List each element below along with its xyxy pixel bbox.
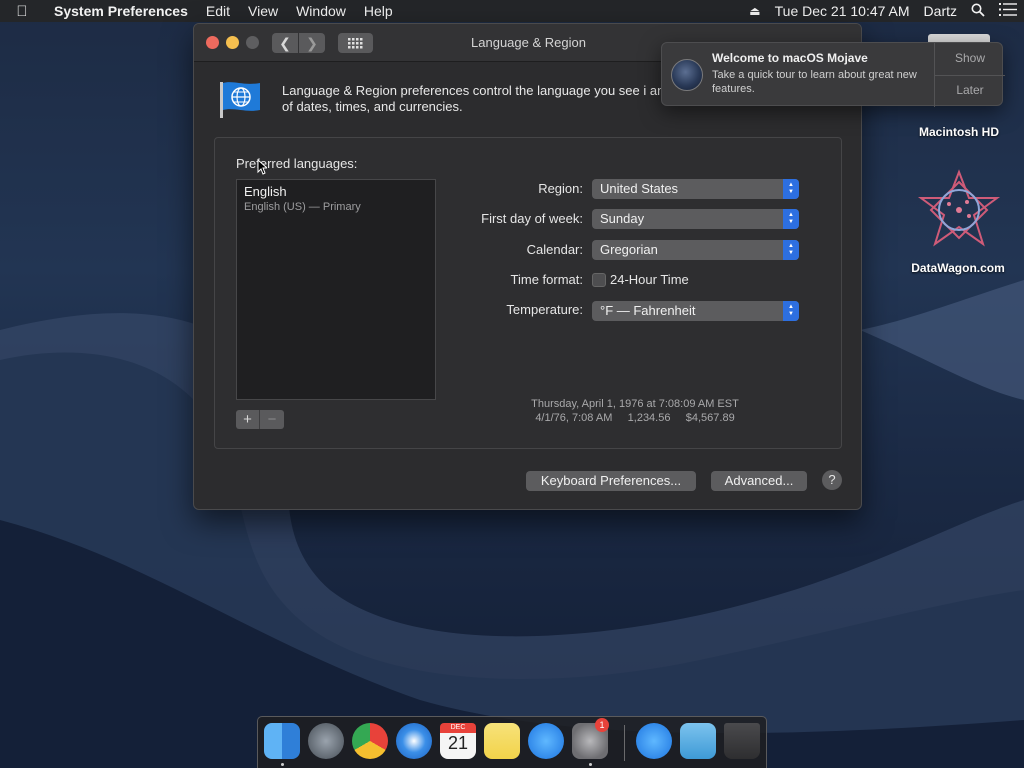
- 24-hour-label[interactable]: 24-Hour Time: [610, 272, 689, 287]
- eject-icon[interactable]: ⏏: [742, 4, 767, 18]
- language-detail: English (US) — Primary: [244, 201, 361, 213]
- notification-body: Take a quick tour to learn about great n…: [712, 69, 917, 95]
- calendar-month: DEC: [440, 723, 476, 733]
- trash-icon[interactable]: [724, 723, 760, 759]
- safari-icon[interactable]: [396, 723, 432, 759]
- chrome-icon[interactable]: [352, 723, 388, 759]
- datawagon-icon[interactable]: [915, 168, 1003, 252]
- dock-separator: [624, 725, 625, 761]
- region-popup[interactable]: United States ▲ ▼: [592, 179, 799, 199]
- launchpad-icon[interactable]: [308, 723, 344, 759]
- temperature-value: °F — Fahrenheit: [600, 303, 696, 318]
- notification-title: Welcome to macOS Mojave: [712, 51, 868, 65]
- popup-arrows-icon: ▲ ▼: [783, 209, 799, 229]
- calendar-day: 21: [447, 733, 469, 753]
- spotlight-search-icon[interactable]: [964, 3, 992, 20]
- dock-running-indicator: [281, 763, 284, 766]
- temperature-label: Temperature:: [506, 302, 583, 317]
- notes-icon[interactable]: [484, 723, 520, 759]
- mojave-icon: [671, 59, 703, 91]
- globe-flag-icon: [220, 82, 260, 118]
- first-day-popup[interactable]: Sunday ▲ ▼: [592, 209, 799, 229]
- menu-bar:  System Preferences Edit View Window He…: [0, 0, 1024, 22]
- 24-hour-checkbox[interactable]: [592, 273, 606, 287]
- notification-divider: [935, 75, 1005, 76]
- advanced-button[interactable]: Advanced...: [711, 471, 807, 491]
- add-remove-controls: + −: [236, 410, 284, 429]
- language-name[interactable]: English: [244, 184, 287, 199]
- notification-actions: Show Later: [934, 43, 1005, 107]
- preferred-languages-label: Preferred languages:: [236, 156, 358, 171]
- datawagon-label[interactable]: DataWagon.com: [888, 261, 1024, 275]
- number-format-sample: 4/1/76, 7:08 AM 1,234.56 $4,567.89: [535, 412, 735, 424]
- menu-user[interactable]: Dartz: [917, 3, 964, 19]
- finder-icon[interactable]: [264, 723, 300, 759]
- first-day-label: First day of week:: [481, 211, 583, 226]
- dock: DEC 21 1: [257, 716, 767, 768]
- calendar-value: Gregorian: [600, 242, 658, 257]
- temperature-popup[interactable]: °F — Fahrenheit ▲ ▼: [592, 301, 799, 321]
- menu-edit[interactable]: Edit: [197, 3, 239, 19]
- keyboard-preferences-button[interactable]: Keyboard Preferences...: [526, 471, 696, 491]
- language-list[interactable]: English English (US) — Primary: [236, 179, 436, 400]
- menu-help[interactable]: Help: [355, 3, 402, 19]
- popup-arrows-icon: ▲ ▼: [783, 179, 799, 199]
- date-format-sample: Thursday, April 1, 1976 at 7:08:09 AM ES…: [531, 398, 739, 410]
- menu-clock[interactable]: Tue Dec 21 10:47 AM: [768, 3, 917, 19]
- macintosh-hd-label[interactable]: Macintosh HD: [889, 125, 1024, 139]
- notification-banner[interactable]: Welcome to macOS Mojave Take a quick tou…: [661, 42, 1005, 107]
- app-store-download-icon[interactable]: [636, 723, 672, 759]
- menu-bar-extras: ⏏ Tue Dec 21 10:47 AM Dartz: [742, 0, 1024, 22]
- downloads-folder-icon[interactable]: [680, 723, 716, 759]
- region-label: Region:: [538, 181, 583, 196]
- settings-panel: Preferred languages: English English (US…: [214, 137, 842, 449]
- calendar-popup[interactable]: Gregorian ▲ ▼: [592, 240, 799, 260]
- time-format-label: Time format:: [510, 272, 583, 287]
- notification-center-icon[interactable]: [992, 3, 1024, 19]
- calendar-label: Calendar:: [526, 242, 583, 257]
- add-language-button[interactable]: +: [236, 410, 260, 429]
- region-value: United States: [600, 181, 679, 196]
- dock-running-indicator: [589, 763, 592, 766]
- popup-arrows-icon: ▲ ▼: [783, 301, 799, 321]
- apple-icon[interactable]: : [0, 3, 44, 20]
- mouse-pointer-icon: [257, 159, 267, 175]
- remove-language-button[interactable]: −: [260, 410, 284, 429]
- help-button[interactable]: ?: [822, 470, 842, 490]
- menu-window[interactable]: Window: [287, 3, 355, 19]
- notification-later-button[interactable]: Later: [935, 83, 1005, 97]
- popup-arrows-icon: ▲ ▼: [783, 240, 799, 260]
- app-store-icon[interactable]: [528, 723, 564, 759]
- menu-app-name[interactable]: System Preferences: [44, 3, 197, 19]
- notification-badge: 1: [595, 718, 609, 732]
- calendar-icon[interactable]: DEC 21: [440, 723, 476, 759]
- first-day-value: Sunday: [600, 211, 645, 226]
- menu-view[interactable]: View: [239, 3, 287, 19]
- notification-show-button[interactable]: Show: [935, 51, 1005, 65]
